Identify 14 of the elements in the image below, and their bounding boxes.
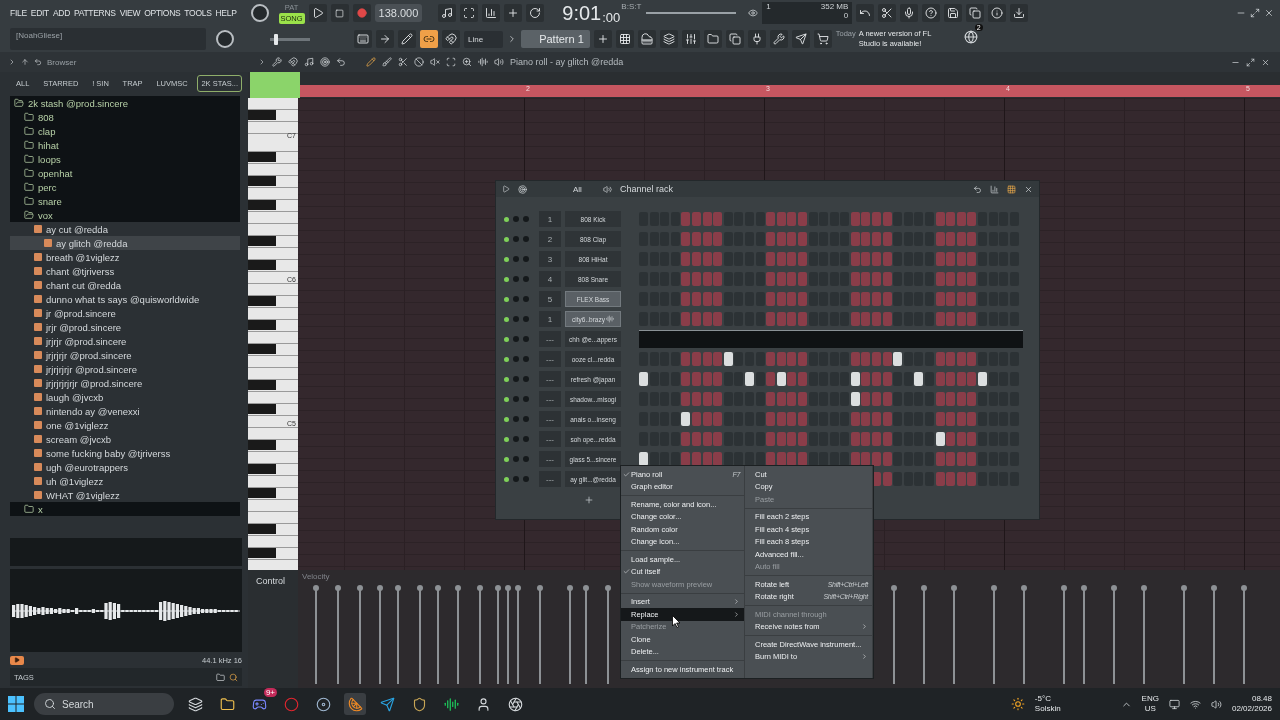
clock-time: 9:01 [562,1,602,25]
notification-badge: 9+ [263,688,277,697]
clock-format: B:S:T [621,1,642,11]
memory-usage: 352 MB [820,2,849,11]
voice-count: 1 [766,2,771,13]
hint-panel: [NoahGliese] [10,28,206,50]
polyphony-count: 0 [843,11,849,20]
clock-ticks: :00 [602,9,621,25]
channel-rack-title: Channel rack [620,184,674,194]
lane-name: Velocity [302,572,330,581]
browser-title: Browser [47,57,77,67]
piano-roll-title: Piano roll - ay glitch @redda [510,57,624,67]
weather-condition: Solskin [1034,704,1061,714]
temperature: -5°C [1034,694,1051,704]
